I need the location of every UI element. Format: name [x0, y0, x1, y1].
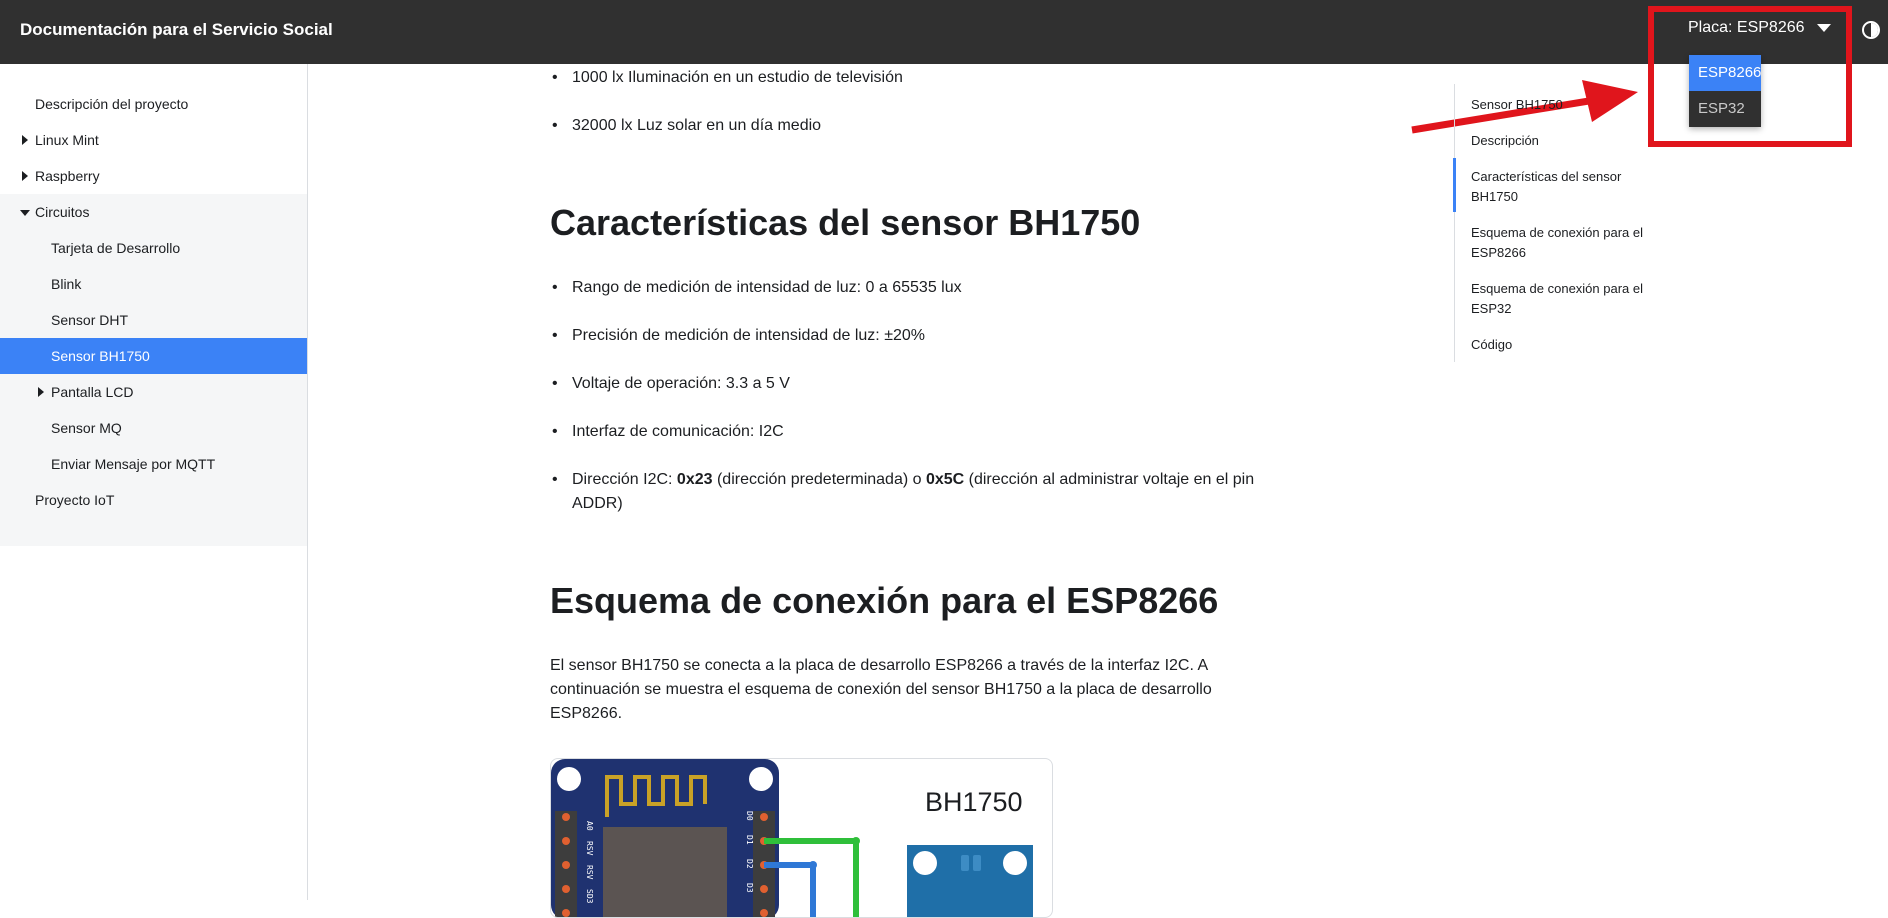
caret-down-icon — [20, 210, 30, 216]
list-item-i2c-address: • Dirección I2C: 0x23 (dirección predete… — [552, 471, 1255, 512]
contrast-icon[interactable] — [1862, 21, 1880, 39]
wiring-diagram-svg: A0 RSV RSV SD3 D0 D1 D2 D3 BH1750 — [551, 759, 1033, 917]
sidebar-item-label: Circuitos — [35, 204, 90, 220]
svg-text:SD3: SD3 — [585, 889, 594, 904]
sidebar-item-label: Enviar Mensaje por MQTT — [51, 456, 216, 472]
sidebar-item-label: Descripción del proyecto — [35, 96, 189, 112]
toc-link-esquema-esp32[interactable]: Esquema de conexión para el ESP32 — [1471, 279, 1649, 319]
sidebar-item-mqtt[interactable]: Enviar Mensaje por MQTT — [0, 446, 307, 482]
list-item: • Interfaz de comunicación: I2C — [552, 423, 784, 440]
list-item: • 32000 lx Luz solar en un día medio — [552, 117, 822, 134]
caret-right-icon — [38, 387, 44, 397]
sidebar-item-sensor-bh1750[interactable]: Sensor BH1750 — [0, 338, 307, 374]
toc-link-caracteristicas[interactable]: Características del sensor BH1750 — [1471, 167, 1649, 207]
svg-text:D1: D1 — [745, 835, 754, 845]
sidebar-item-proyecto-iot[interactable]: Proyecto IoT — [0, 482, 307, 518]
sidebar-item-label: Sensor BH1750 — [51, 348, 150, 364]
sidebar-item-circuitos[interactable]: Circuitos — [0, 194, 307, 230]
sensor-label: BH1750 — [925, 787, 1023, 817]
top-navbar: Documentación para el Servicio Social Pl… — [0, 0, 1888, 64]
sidebar-item-sensor-dht[interactable]: Sensor DHT — [0, 302, 307, 338]
sidebar: Descripción del proyecto Linux Mint Rasp… — [0, 64, 308, 900]
table-of-contents: Sensor BH1750 Descripción Característica… — [1453, 84, 1644, 362]
sidebar-item-raspberry[interactable]: Raspberry — [0, 158, 307, 194]
svg-text:RSV: RSV — [585, 841, 594, 856]
sidebar-item-label: Sensor MQ — [51, 420, 122, 436]
site-title[interactable]: Documentación para el Servicio Social — [20, 20, 333, 40]
sidebar-item-sensor-mq[interactable]: Sensor MQ — [0, 410, 307, 446]
sidebar-item-label: Sensor DHT — [51, 312, 129, 328]
sidebar-item-label: Tarjeta de Desarrollo — [51, 240, 181, 256]
sidebar-item-label: Proyecto IoT — [35, 492, 115, 508]
section-heading-caracteristicas: Características del sensor BH1750 — [550, 202, 1141, 243]
caret-right-icon — [22, 135, 28, 145]
toc-link-descripcion[interactable]: Descripción — [1471, 131, 1649, 151]
annotation-highlight-box — [1648, 6, 1852, 147]
sidebar-item-pantalla-lcd[interactable]: Pantalla LCD — [0, 374, 307, 410]
section-heading-esquema-esp8266: Esquema de conexión para el ESP8266 — [550, 580, 1219, 621]
toc-link-sensor-bh1750[interactable]: Sensor BH1750 — [1471, 95, 1649, 115]
svg-text:A0: A0 — [585, 821, 594, 831]
list-item: • Precisión de medición de intensidad de … — [552, 327, 925, 344]
sidebar-item-linux-mint[interactable]: Linux Mint — [0, 122, 307, 158]
toc-active-indicator — [1453, 158, 1456, 212]
svg-text:D2: D2 — [745, 859, 754, 869]
sidebar-item-tarjeta-desarrollo[interactable]: Tarjeta de Desarrollo — [0, 230, 307, 266]
svg-text:D3: D3 — [745, 883, 754, 893]
section-paragraph: El sensor BH1750 se conecta a la placa d… — [550, 657, 1212, 722]
list-item: • Voltaje de operación: 3.3 a 5 V — [552, 375, 790, 392]
toc-link-codigo[interactable]: Código — [1471, 335, 1649, 355]
toc-link-esquema-esp8266[interactable]: Esquema de conexión para el ESP8266 — [1471, 223, 1649, 263]
svg-text:RSV: RSV — [585, 865, 594, 880]
caret-right-icon — [22, 171, 28, 181]
list-item: • Rango de medición de intensidad de luz:… — [552, 279, 962, 296]
sidebar-item-label: Pantalla LCD — [51, 384, 134, 400]
sidebar-item-label: Linux Mint — [35, 132, 99, 148]
sidebar-item-descripcion[interactable]: Descripción del proyecto — [0, 86, 307, 122]
wiring-diagram: A0 RSV RSV SD3 D0 D1 D2 D3 BH1750 — [550, 758, 1053, 918]
sidebar-item-label: Raspberry — [35, 168, 100, 184]
sidebar-item-label: Blink — [51, 276, 82, 292]
sidebar-item-blink[interactable]: Blink — [0, 266, 307, 302]
list-item: • 1000 lx Iluminación en un estudio de te… — [552, 69, 903, 86]
svg-text:D0: D0 — [745, 811, 754, 821]
